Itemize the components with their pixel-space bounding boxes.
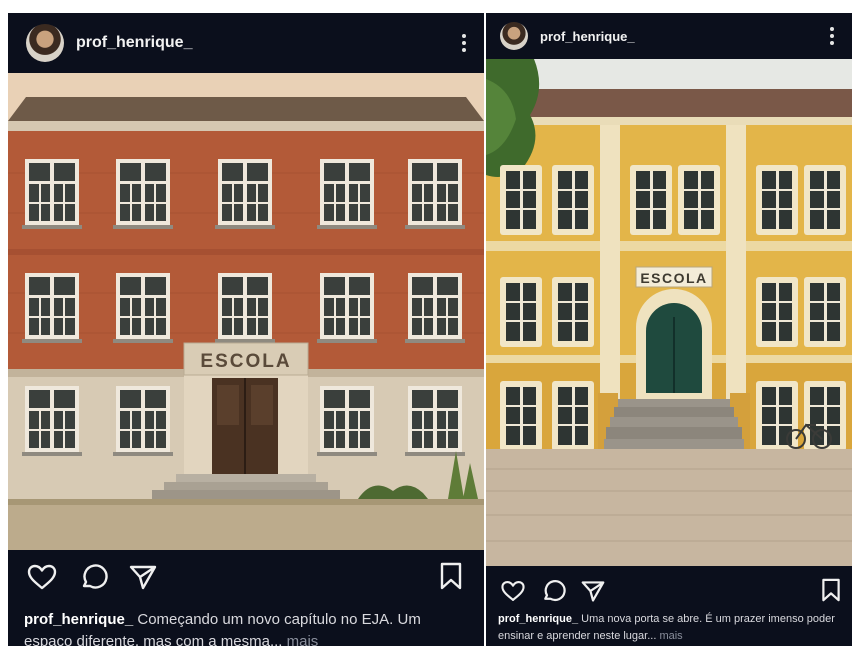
caption-more-link[interactable]: mais [287, 633, 319, 646]
post-photo[interactable]: ESCOLA [486, 59, 852, 566]
yellow-school-photo: ESCOLA [486, 59, 852, 566]
caption-more-link[interactable]: mais [659, 630, 682, 642]
post-actions [8, 561, 484, 591]
post-photo[interactable]: ESCOLA [8, 73, 484, 550]
username[interactable]: prof_henrique_ [540, 29, 635, 44]
share-icon[interactable] [580, 579, 606, 603]
avatar[interactable] [500, 22, 528, 50]
post-caption: prof_henrique_ Começando um novo capítul… [24, 609, 468, 646]
bookmark-icon[interactable] [438, 561, 464, 591]
username[interactable]: prof_henrique_ [76, 34, 192, 52]
comment-icon[interactable] [78, 563, 108, 591]
school-sign: ESCOLA [640, 270, 707, 286]
post-header: prof_henrique_ [8, 13, 484, 73]
bookmark-icon[interactable] [820, 577, 842, 603]
brick-school-photo: ESCOLA [8, 73, 484, 550]
more-options-icon[interactable] [830, 24, 834, 48]
share-icon[interactable] [128, 563, 158, 591]
heart-icon[interactable] [26, 563, 58, 591]
instagram-post-2: prof_henrique_ ESCOLA prof_henrique_ Uma… [486, 13, 852, 646]
heart-icon[interactable] [500, 579, 526, 603]
instagram-post-1: prof_henrique_ ESCOLA prof_henrique_ Com… [8, 13, 484, 646]
avatar[interactable] [26, 24, 64, 62]
comment-icon[interactable] [540, 579, 566, 603]
post-caption: prof_henrique_ Uma nova porta se abre. É… [498, 611, 840, 645]
caption-username[interactable]: prof_henrique_ [498, 613, 578, 625]
post-actions [486, 577, 852, 603]
more-options-icon[interactable] [462, 31, 466, 55]
school-sign: ESCOLA [200, 351, 291, 372]
caption-username[interactable]: prof_henrique_ [24, 611, 133, 628]
post-header: prof_henrique_ [486, 13, 852, 59]
